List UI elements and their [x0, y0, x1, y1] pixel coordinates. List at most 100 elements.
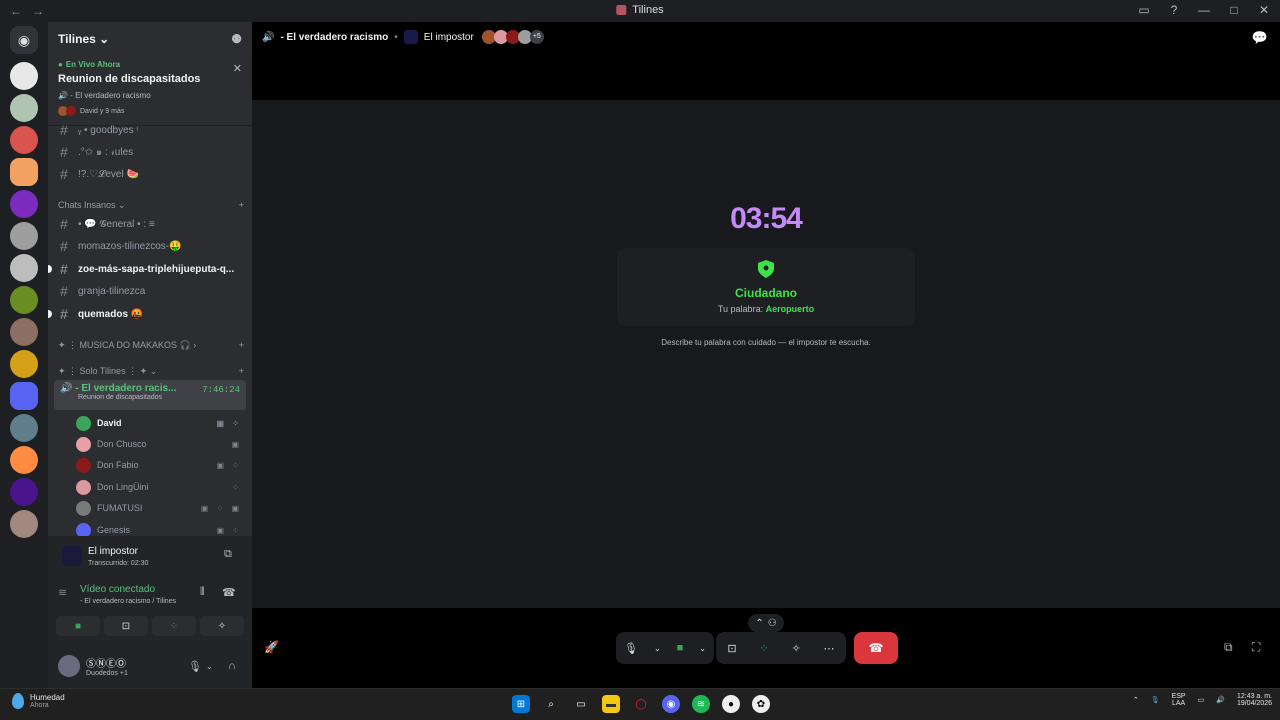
server-icon[interactable]	[10, 414, 38, 442]
server-icon[interactable]	[10, 510, 38, 538]
server-icon[interactable]	[10, 62, 38, 90]
guild-header[interactable]: Tilines ⌄ ⚉	[48, 22, 252, 56]
windows-start-icon[interactable]: ⊞	[512, 695, 530, 713]
volume-icon[interactable]: 🔊	[1216, 696, 1225, 704]
leave-activity-icon[interactable]: ⧉	[224, 548, 232, 561]
network-icon[interactable]: ▭	[1198, 696, 1205, 704]
channel-item[interactable]: # granja-tilinezca	[52, 281, 246, 301]
inbox-icon[interactable]: ▭	[1136, 3, 1152, 17]
screen-share-icon[interactable]: ⊡	[727, 642, 736, 655]
role-card: Ciudadano Tu palabra: Aeropuerto	[617, 248, 915, 326]
server-icon[interactable]	[10, 350, 38, 378]
task-view-icon[interactable]: ▭	[572, 695, 590, 713]
popout-icon[interactable]: ⧉	[1224, 640, 1233, 655]
screen-share-button[interactable]: ⊡	[104, 616, 148, 636]
add-channel-icon[interactable]: +	[239, 366, 244, 377]
soundboard-button[interactable]: ✧	[200, 616, 244, 636]
server-icon[interactable]	[10, 158, 38, 186]
server-icon[interactable]	[10, 478, 38, 506]
minimize-button[interactable]: —	[1196, 3, 1212, 17]
channel-item[interactable]: # momazos-tilinezcos-🤑	[52, 236, 246, 256]
chevron-down-icon[interactable]: ⌄	[699, 644, 706, 653]
file-explorer-icon[interactable]: ▬	[602, 695, 620, 713]
voice-user[interactable]: Don LingÜini ⁘	[76, 477, 242, 497]
channel-item[interactable]: # !?.♡𝓛evel 🍉	[52, 164, 246, 184]
mic-icon[interactable]: 🎙	[624, 642, 638, 655]
activities-button[interactable]: ⁘	[152, 616, 196, 636]
game-hint: Describe tu palabra con cuidado — el imp…	[661, 338, 871, 347]
discord-home-icon[interactable]: ◉	[10, 26, 38, 54]
channel-name: !?.♡𝓛evel 🍉	[78, 168, 139, 180]
server-icon[interactable]	[10, 382, 38, 410]
close-icon[interactable]: ✕	[233, 62, 242, 75]
activity-title: El impostor	[88, 546, 139, 557]
chevron-down-icon[interactable]: ⌄	[654, 644, 661, 653]
activities-icon[interactable]: ⁘	[759, 642, 768, 655]
voice-user[interactable]: FUMATUSI ▣ ⁘ ▣	[76, 498, 242, 518]
voice-user[interactable]: Don Fabio ▣ ⁘	[76, 455, 242, 475]
channel-item[interactable]: # zoe-más-sapa-triplehijueputa-q...	[48, 259, 246, 279]
current-user: ⓈⓃⒺⓄ Duodedos +1 🎙 ⌄ ∩	[48, 644, 252, 688]
opera-icon[interactable]: ◯	[632, 695, 650, 713]
keyboard-layout[interactable]: LAA	[1172, 700, 1186, 707]
server-icon[interactable]	[10, 190, 38, 218]
clock-time[interactable]: 12:43 a. m.	[1237, 693, 1272, 700]
clock-date[interactable]: 19/04/2026	[1237, 700, 1272, 707]
language-code[interactable]: ESP	[1172, 693, 1186, 700]
add-friend-icon[interactable]: ⚉	[231, 32, 242, 46]
steam-icon[interactable]: ●	[722, 695, 740, 713]
category-solo-tilines[interactable]: ✦ ⋮ Solo Tilines ⋮ ✦ ⌄ +	[58, 366, 244, 377]
camera-button[interactable]: ■	[56, 616, 100, 636]
avatar[interactable]	[58, 655, 80, 677]
server-icon[interactable]	[10, 126, 38, 154]
nav-arrows[interactable]: ←→	[10, 4, 54, 18]
channel-item[interactable]: # .°✩ ๑ : 𝓇ules	[52, 142, 246, 162]
participants-toggle[interactable]: ⌃ ⚇	[748, 614, 784, 632]
mic-tray-icon[interactable]: 🎙	[1151, 696, 1160, 704]
camera-icon[interactable]: ■	[677, 642, 684, 654]
soundboard-icon[interactable]: ✧	[792, 642, 801, 655]
maximize-button[interactable]: □	[1226, 3, 1242, 17]
user-name: Don Fabio	[97, 460, 139, 470]
speaker-icon: 🔊	[58, 91, 71, 100]
search-icon[interactable]: ⌕	[542, 695, 560, 713]
disconnect-button[interactable]: ☎	[854, 632, 898, 664]
help-icon[interactable]: ?	[1166, 3, 1182, 17]
weather-widget[interactable]: Humedad Ahora	[12, 693, 65, 709]
noise-suppression-icon[interactable]: ⫴	[200, 586, 205, 599]
category-musica[interactable]: ✦ ⋮ MUSICA DO MAKAKOS 🎧 › +	[58, 340, 244, 351]
add-channel-icon[interactable]: +	[239, 340, 244, 351]
chevron-up-icon[interactable]: ⌃	[1133, 696, 1139, 704]
live-banner[interactable]: En Vivo Ahora Reunion de discapasitados …	[48, 56, 252, 126]
more-participants-badge[interactable]: +5	[529, 30, 544, 44]
mic-icon[interactable]: 🎙	[188, 660, 202, 673]
chat-icon[interactable]: 💬	[1252, 30, 1268, 46]
server-icon[interactable]	[10, 286, 38, 314]
server-icon[interactable]	[10, 94, 38, 122]
spotify-icon[interactable]: ≋	[692, 695, 710, 713]
close-button[interactable]: ✕	[1256, 3, 1272, 17]
chevron-down-icon[interactable]: ⌄	[206, 662, 213, 671]
connection-status[interactable]: Vídeo conectado	[80, 584, 155, 595]
server-icon[interactable]	[10, 318, 38, 346]
voice-user[interactable]: Don Chusco ▣	[76, 434, 242, 454]
headphones-icon[interactable]: ∩	[228, 660, 236, 672]
server-icon[interactable]	[10, 254, 38, 282]
add-channel-icon[interactable]: +	[239, 200, 244, 211]
server-icon[interactable]	[10, 222, 38, 250]
rocket-icon[interactable]: 🚀	[264, 640, 279, 654]
fullscreen-icon[interactable]: ⛶	[1252, 640, 1260, 655]
disconnect-icon[interactable]: ☎	[222, 586, 236, 599]
channel-item[interactable]: # ᵧ • goodbyes ᶦ	[52, 120, 246, 140]
channel-item[interactable]: # quemados 🤬	[48, 304, 246, 324]
more-options-icon[interactable]: ⋯	[824, 642, 835, 655]
connection-channel[interactable]: - El verdadero racismo / Tilines	[80, 598, 176, 605]
voice-channel-active[interactable]: 🔊 - El verdadero racis... 7:46:24 Reunio…	[54, 380, 246, 410]
server-icon[interactable]	[10, 446, 38, 474]
discord-icon[interactable]: ◉	[662, 695, 680, 713]
channel-item[interactable]: # • 💬 𝓖eneral • : ≡	[52, 214, 246, 234]
category-chats[interactable]: Chats Insanos ⌄ +	[58, 200, 244, 211]
voice-user[interactable]: David ▣ ⁘	[76, 413, 242, 433]
voice-user[interactable]: Genesis ▣ ⁘	[76, 520, 242, 536]
chatgpt-icon[interactable]: ✿	[752, 695, 770, 713]
